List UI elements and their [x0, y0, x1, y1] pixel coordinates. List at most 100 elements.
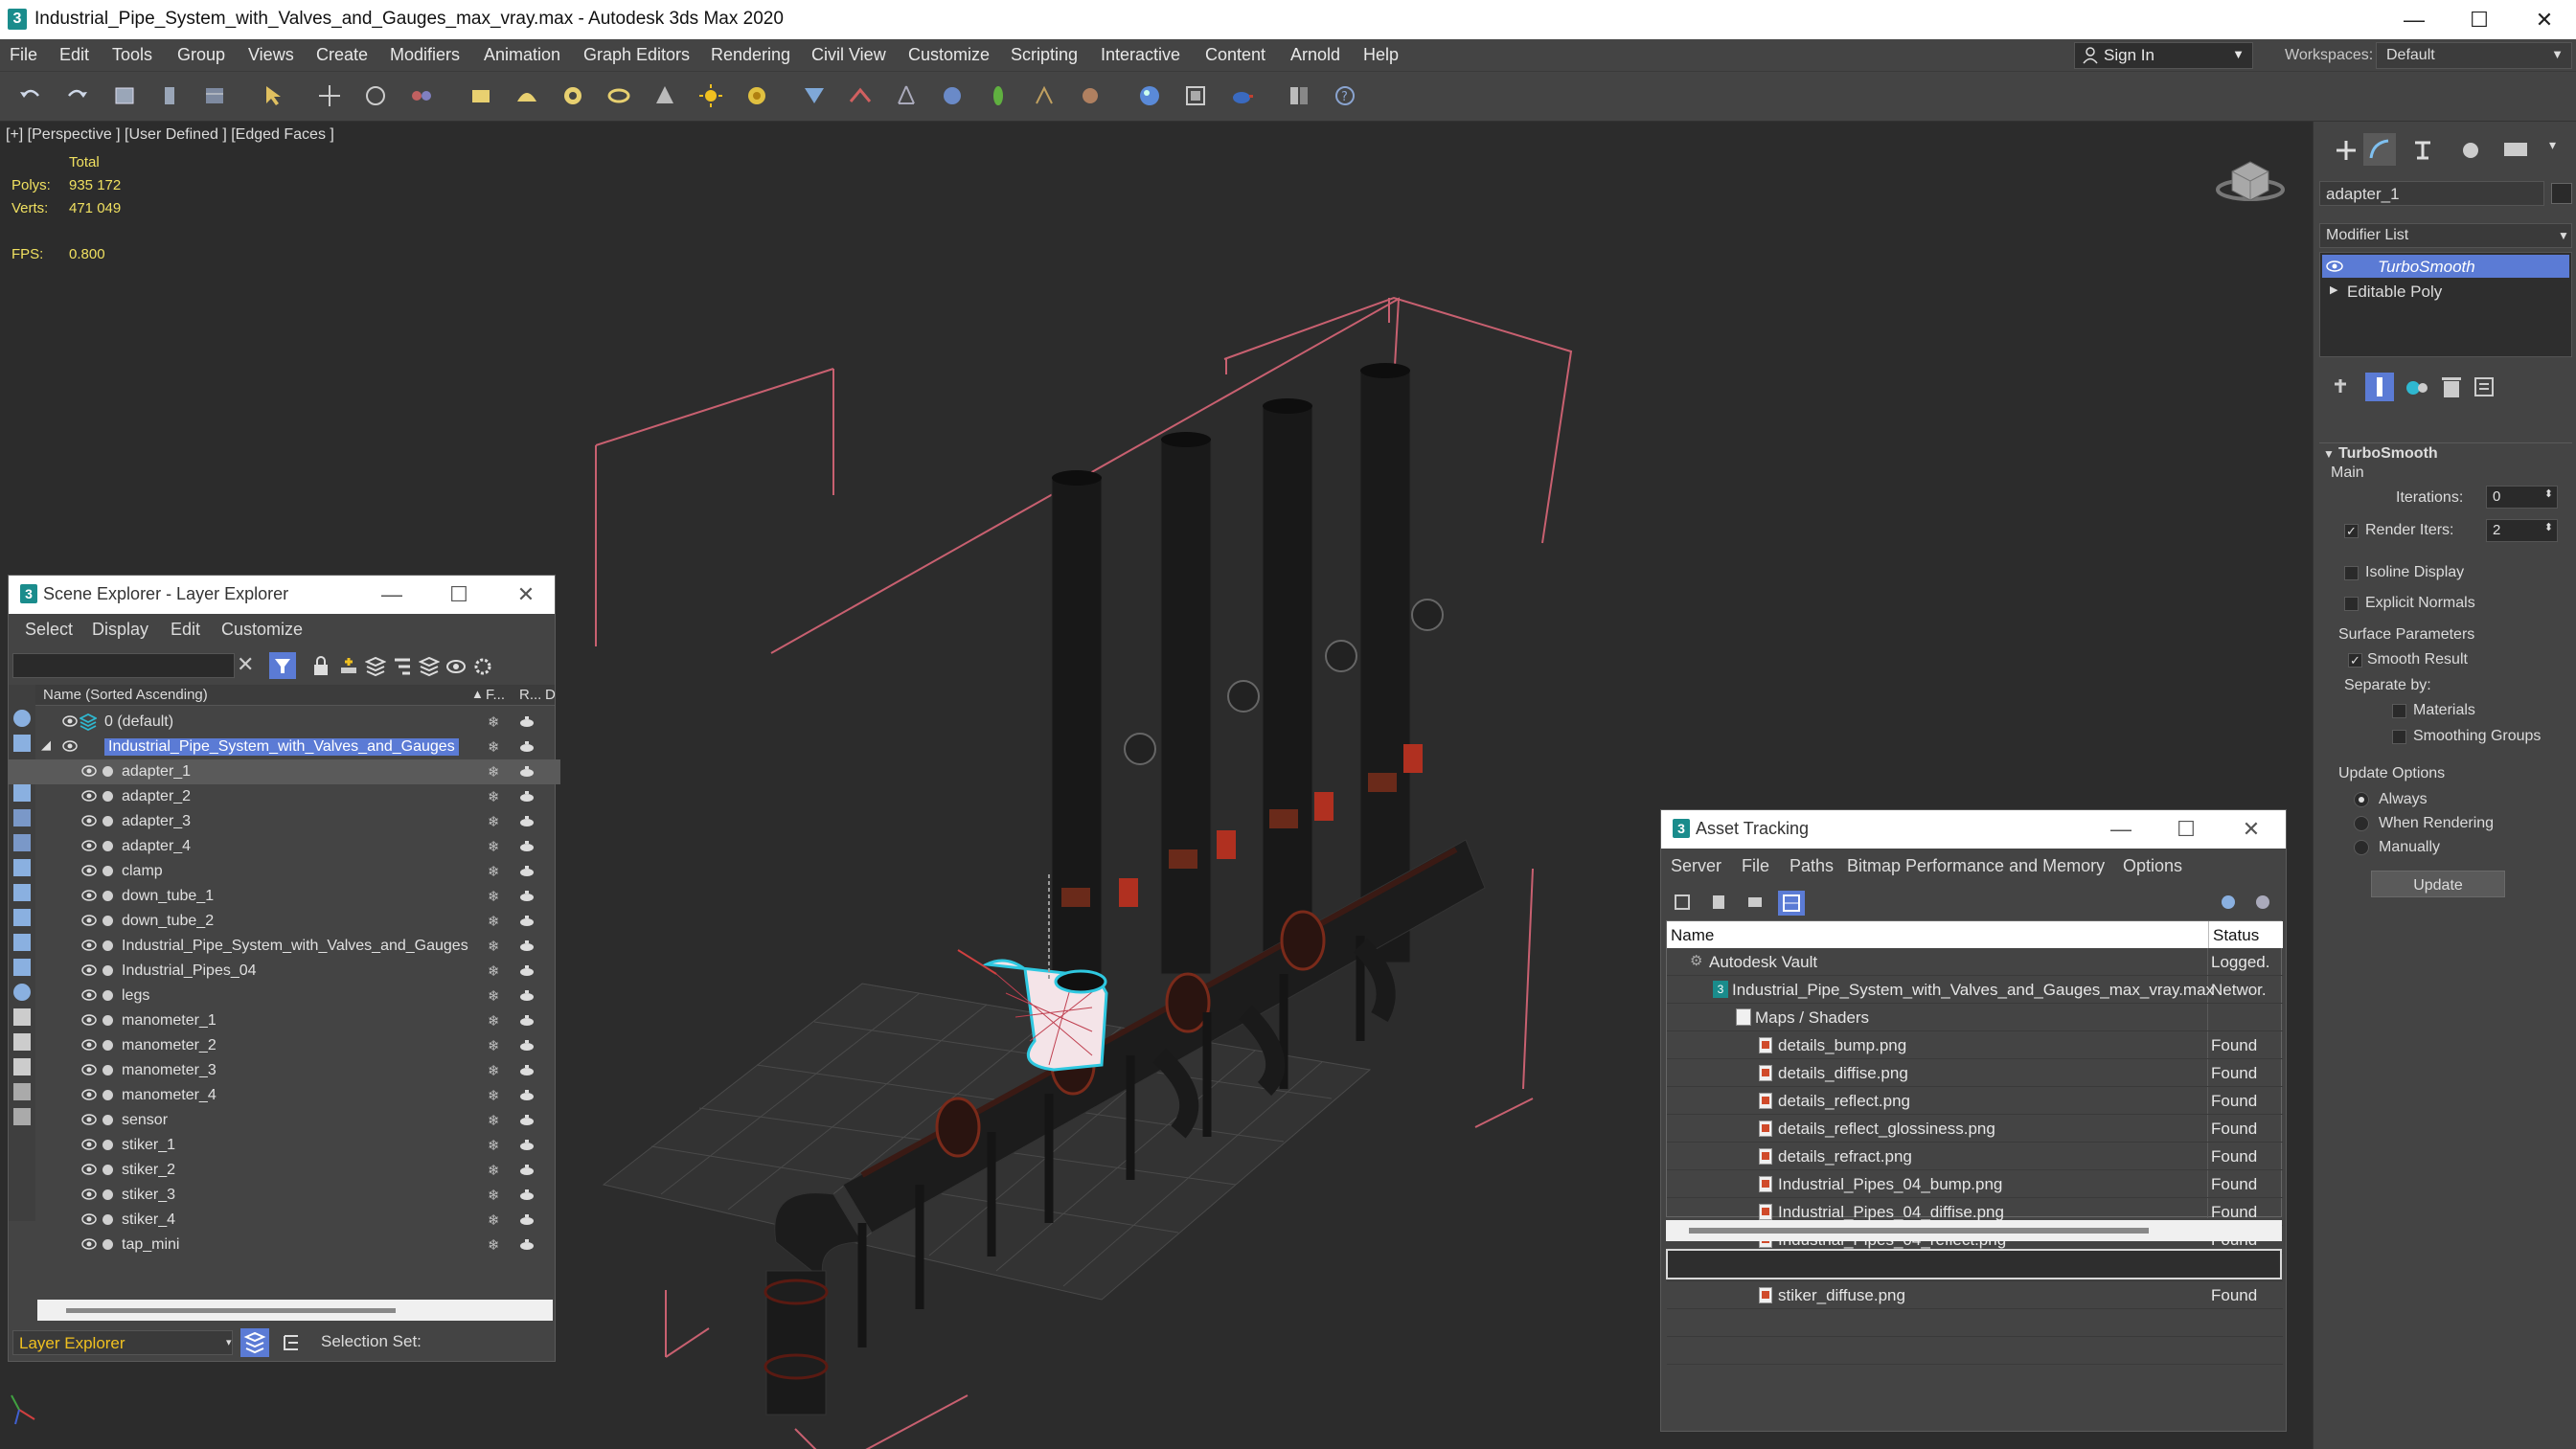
eye-icon[interactable]	[81, 1038, 97, 1052]
menu-display[interactable]: Display	[92, 620, 148, 640]
sign-in-dropdown[interactable]: Sign In ▼	[2074, 42, 2253, 69]
align-icon[interactable]	[847, 82, 874, 109]
layer-object-row[interactable]: manometer_3 ❄	[9, 1058, 560, 1083]
eye-icon[interactable]	[81, 988, 97, 1002]
close-button[interactable]: ✕	[497, 576, 555, 614]
collapse-arrow-icon[interactable]: ◢	[41, 737, 51, 753]
menu-modifiers[interactable]: Modifiers	[390, 45, 460, 65]
create-tab-icon[interactable]	[2333, 137, 2359, 164]
update-button[interactable]: Update	[2371, 871, 2505, 897]
render-teapot-icon[interactable]	[519, 1188, 536, 1201]
explicit-normals-checkbox[interactable]	[2344, 597, 2359, 611]
eye-icon[interactable]	[81, 814, 97, 827]
menu-select[interactable]: Select	[25, 620, 73, 640]
eye-icon[interactable]	[81, 1163, 97, 1176]
configure-modifier-sets-icon[interactable]	[2473, 374, 2496, 399]
rotate-icon[interactable]	[362, 82, 389, 109]
object-name-field[interactable]: adapter_1	[2319, 181, 2544, 206]
settings-icon[interactable]	[472, 656, 493, 677]
smoothing-groups-checkbox[interactable]	[2392, 730, 2406, 744]
eye-icon[interactable]	[81, 864, 97, 877]
asset-row[interactable]: ⚙ Autodesk Vault Logged.	[1667, 948, 2283, 976]
freeze-icon[interactable]: ❄	[488, 738, 500, 756]
menu-animation[interactable]: Animation	[484, 45, 560, 65]
render-iters-checkbox[interactable]: ✓	[2344, 524, 2359, 538]
freeze-icon[interactable]: ❄	[488, 1137, 500, 1154]
menu-options[interactable]: Options	[2123, 856, 2182, 876]
layer-object-row[interactable]: stiker_2 ❄	[9, 1158, 560, 1183]
render-iters-spinner[interactable]: 2 ⬍	[2486, 519, 2558, 542]
object-color-swatch[interactable]	[2551, 183, 2572, 204]
minimize-button[interactable]: —	[2092, 810, 2150, 849]
effects-icon[interactable]	[1077, 82, 1104, 109]
render-teapot-icon[interactable]	[519, 1088, 536, 1101]
asset-row[interactable]: stiker_diffuse.png Found	[1667, 1281, 2283, 1309]
layer-object-row[interactable]: manometer_1 ❄	[9, 1008, 560, 1033]
eye-icon[interactable]	[81, 1237, 97, 1251]
layer-object-row[interactable]: stiker_3 ❄	[9, 1183, 560, 1208]
teapot-icon[interactable]	[1228, 82, 1255, 109]
minimize-button[interactable]: —	[363, 576, 421, 614]
maximize-button[interactable]: ☐	[430, 576, 488, 614]
tree-view-icon[interactable]	[1745, 893, 1765, 912]
menu-file[interactable]: File	[10, 45, 37, 65]
scrollbar-thumb[interactable]	[1689, 1228, 2149, 1234]
utilities-tab-icon[interactable]: ▾	[2549, 137, 2556, 153]
materials-checkbox[interactable]	[2392, 704, 2406, 718]
freeze-icon[interactable]: ❄	[488, 713, 500, 731]
column-name[interactable]: Name (Sorted Ascending)	[43, 687, 208, 703]
when-rendering-radio[interactable]	[2354, 816, 2369, 831]
manually-radio[interactable]	[2354, 840, 2369, 855]
stack-item-turbosmooth[interactable]: TurboSmooth	[2322, 255, 2569, 278]
modifier-list-dropdown[interactable]: Modifier List ▼	[2319, 223, 2572, 248]
render-teapot-icon[interactable]	[519, 714, 536, 728]
layer-object-row[interactable]: tap_mini ❄	[9, 1233, 560, 1257]
eye-icon[interactable]	[81, 789, 97, 803]
maximize-button[interactable]: ☐	[2446, 0, 2513, 39]
layer-object-row[interactable]: Industrial_Pipes_04 ❄	[9, 959, 560, 984]
freeze-icon[interactable]: ❄	[488, 1037, 500, 1054]
expand-arrow-icon[interactable]: ▶	[2330, 283, 2337, 296]
cylinder-icon[interactable]	[559, 82, 586, 109]
eye-icon[interactable]	[81, 963, 97, 977]
eye-icon[interactable]	[81, 914, 97, 927]
eye-icon[interactable]	[81, 839, 97, 852]
layer-object-row[interactable]: down_tube_2 ❄	[9, 909, 560, 934]
menu-tools[interactable]: Tools	[112, 45, 152, 65]
delete-modifier-icon[interactable]	[2440, 374, 2463, 399]
freeze-icon[interactable]: ❄	[488, 1062, 500, 1079]
menu-graph-editors[interactable]: Graph Editors	[583, 45, 690, 65]
eye-icon[interactable]	[62, 739, 78, 753]
asset-row[interactable]: details_reflect.png Found	[1667, 1087, 2283, 1115]
select-icon[interactable]	[261, 82, 287, 109]
hierarchy-icon[interactable]	[392, 656, 413, 677]
layer-object-row[interactable]: stiker_1 ❄	[9, 1133, 560, 1158]
hierarchy-icon[interactable]	[893, 82, 920, 109]
horizontal-scrollbar[interactable]	[37, 1300, 553, 1321]
eye-icon[interactable]	[81, 1113, 97, 1126]
render-teapot-icon[interactable]	[519, 814, 536, 827]
help-icon[interactable]: ?	[1332, 82, 1358, 109]
move-icon[interactable]	[316, 82, 343, 109]
render-teapot-icon[interactable]	[519, 1113, 536, 1126]
column-freeze[interactable]: F...	[486, 687, 505, 703]
menu-views[interactable]: Views	[248, 45, 294, 65]
menu-edit[interactable]: Edit	[171, 620, 200, 640]
show-end-result-icon[interactable]	[2365, 373, 2394, 401]
layer-row-default[interactable]: 0 (default) ❄	[9, 710, 560, 735]
add-layer-icon[interactable]	[338, 656, 359, 677]
freeze-icon[interactable]: ❄	[488, 1236, 500, 1254]
menu-customize[interactable]: Customize	[908, 45, 990, 65]
menu-scripting[interactable]: Scripting	[1011, 45, 1078, 65]
render-teapot-icon[interactable]	[519, 764, 536, 778]
eye-icon[interactable]	[81, 1138, 97, 1151]
table-view-icon[interactable]	[1778, 891, 1805, 916]
render-teapot-icon[interactable]	[519, 1138, 536, 1151]
layer-object-row[interactable]: stiker_4 ❄	[9, 1208, 560, 1233]
light-icon[interactable]	[697, 82, 724, 109]
menu-civil-view[interactable]: Civil View	[811, 45, 886, 65]
layer-object-row[interactable]: Industrial_Pipe_System_with_Valves_and_G…	[9, 934, 560, 959]
menu-server[interactable]: Server	[1671, 856, 1721, 876]
layer-object-row[interactable]: adapter_4 ❄	[9, 834, 560, 859]
isoline-display-checkbox[interactable]	[2344, 566, 2359, 580]
